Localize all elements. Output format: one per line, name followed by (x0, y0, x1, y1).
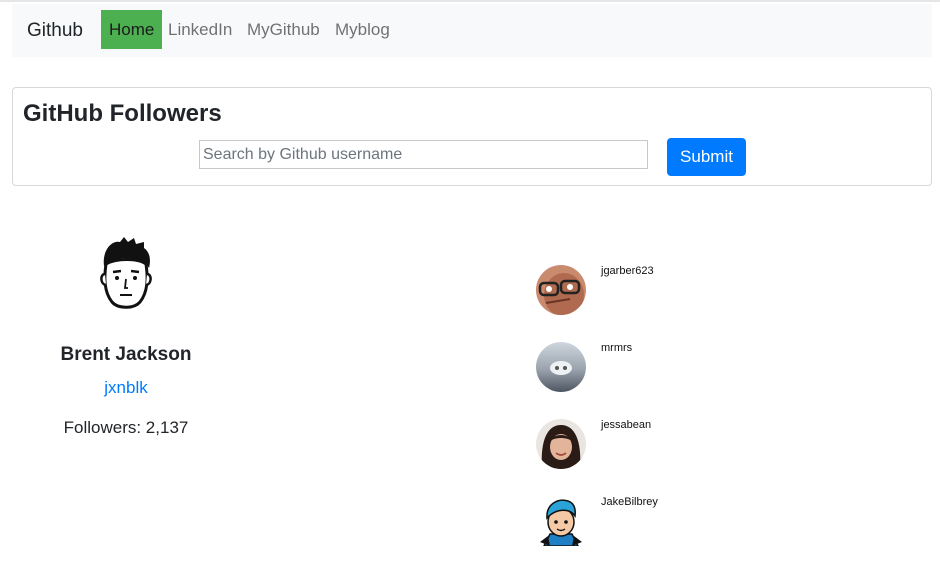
photo-avatar-cloud-icon (536, 342, 586, 392)
submit-button[interactable]: Submit (667, 138, 746, 176)
follower-item[interactable]: mrmrs (536, 342, 786, 392)
nav-item-linkedin[interactable]: LinkedIn (168, 10, 232, 49)
photo-avatar-woman-icon (536, 419, 586, 469)
follower-username[interactable]: jgarber623 (601, 265, 654, 277)
nav-item-myblog[interactable]: Myblog (335, 10, 390, 49)
nav-item-mygithub[interactable]: MyGithub (247, 10, 320, 49)
photo-avatar-glasses-icon (536, 265, 586, 315)
profile-panel: Brent Jackson jxnblk Followers: 2,137 (20, 236, 232, 438)
navbar-brand[interactable]: Github (27, 20, 83, 42)
follower-item[interactable]: jgarber623 (536, 265, 786, 315)
cartoon-face-avatar-icon (100, 237, 152, 309)
navbar: Github Home LinkedIn MyGithub Myblog (12, 4, 932, 57)
page-title: GitHub Followers (23, 100, 222, 127)
window-top-border (0, 0, 940, 2)
follower-username[interactable]: mrmrs (601, 342, 632, 354)
nav-item-home[interactable]: Home (101, 10, 163, 49)
follower-username[interactable]: jessabean (601, 419, 651, 431)
search-input[interactable] (199, 140, 648, 169)
profile-login-link[interactable]: jxnblk (20, 378, 232, 398)
followers-count: Followers: 2,137 (63, 418, 189, 437)
cartoon-avatar-blue-hair-icon (536, 496, 586, 546)
follower-item[interactable]: JakeBilbrey (536, 496, 786, 546)
profile-name: Brent Jackson (60, 344, 192, 365)
follower-item[interactable]: jessabean (536, 419, 786, 469)
follower-username[interactable]: JakeBilbrey (601, 496, 658, 508)
search-card: GitHub Followers Submit (12, 87, 932, 186)
